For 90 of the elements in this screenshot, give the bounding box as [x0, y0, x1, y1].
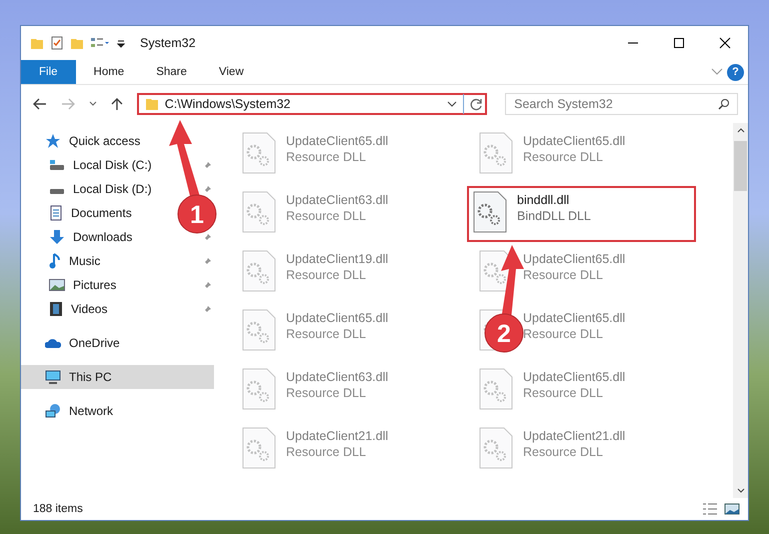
- navigation-label: This PC: [69, 370, 112, 384]
- picture-icon: [49, 279, 65, 291]
- navigation-item[interactable]: Network: [21, 399, 214, 423]
- callout-arrow-overlay: 2: [484, 245, 524, 352]
- refresh-icon[interactable]: [470, 98, 484, 110]
- file-type: Resource DLL: [523, 445, 604, 459]
- computer-icon: [45, 370, 61, 384]
- file-name[interactable]: binddll.dll: [517, 193, 591, 207]
- folder-icon[interactable]: [30, 36, 44, 50]
- search-field[interactable]: Search System32: [505, 93, 738, 115]
- new-folder-icon[interactable]: [70, 36, 84, 50]
- drive-icon: [49, 159, 65, 171]
- scrollbar[interactable]: [733, 123, 748, 498]
- navigation-item[interactable]: This PC: [21, 365, 214, 389]
- navigation-label: Quick access: [69, 134, 140, 148]
- navigation-label: Videos: [71, 302, 108, 316]
- item-count: 188 items: [33, 503, 83, 515]
- file-type: Resource DLL: [286, 150, 367, 164]
- file-type: Resource DLL: [523, 327, 604, 341]
- dll-file-icon[interactable]: [473, 191, 507, 233]
- file-name[interactable]: UpdateClient65.dll: [286, 134, 388, 148]
- file-item[interactable]: binddll.dll BindDLL DLL: [467, 186, 696, 242]
- file-name[interactable]: UpdateClient21.dll: [286, 429, 388, 443]
- music-note-icon: [49, 253, 61, 269]
- properties-icon[interactable]: [50, 36, 64, 50]
- address-bar[interactable]: C:\Windows\System32: [136, 93, 488, 115]
- film-icon: [49, 301, 63, 317]
- file-name[interactable]: UpdateClient65.dll: [286, 311, 388, 325]
- file-name[interactable]: UpdateClient19.dll: [286, 252, 388, 266]
- file-name[interactable]: UpdateClient65.dll: [523, 370, 626, 384]
- scroll-down-icon[interactable]: [736, 488, 744, 494]
- file-type: Resource DLL: [286, 386, 367, 400]
- file-name[interactable]: UpdateClient63.dll: [286, 370, 388, 384]
- callout-arrow-overlay: 1: [169, 120, 216, 234]
- file-name[interactable]: UpdateClient65.dll: [523, 311, 626, 325]
- navigation-item[interactable]: Documents: [49, 201, 132, 225]
- file-name[interactable]: UpdateClient63.dll: [286, 193, 388, 207]
- file-type: BindDLL DLL: [517, 209, 591, 223]
- up-icon[interactable]: [110, 97, 123, 111]
- network-icon: [45, 403, 61, 419]
- file-name[interactable]: UpdateClient21.dll: [523, 429, 626, 443]
- navigation-label: Downloads: [73, 230, 132, 244]
- file-type: Resource DLL: [523, 150, 604, 164]
- scroll-up-icon[interactable]: [736, 127, 744, 133]
- address-path: C:\Windows\System32: [164, 97, 292, 111]
- navigation-label: Documents: [71, 206, 132, 220]
- document-icon: [49, 205, 63, 221]
- download-icon: [49, 229, 65, 245]
- navigation-item[interactable]: Pictures: [49, 273, 116, 297]
- navigation-item[interactable]: OneDrive: [21, 331, 214, 355]
- file-name[interactable]: UpdateClient65.dll: [523, 134, 626, 148]
- expand-ribbon-icon[interactable]: [711, 68, 723, 76]
- file-name[interactable]: UpdateClient65.dll: [523, 252, 626, 266]
- file-type: Resource DLL: [523, 386, 604, 400]
- file-type: Resource DLL: [286, 327, 367, 341]
- recent-locations-icon[interactable]: [88, 101, 97, 107]
- navigation-label: Music: [69, 254, 100, 268]
- navigation-item[interactable]: Music: [49, 249, 100, 273]
- navigation-label: Pictures: [73, 278, 116, 292]
- navigation-label: Network: [69, 404, 114, 418]
- details-view-icon[interactable]: [702, 502, 718, 516]
- navigation-item[interactable]: Local Disk (D:): [49, 177, 152, 201]
- navigation-item[interactable]: Local Disk (C:): [49, 153, 152, 177]
- scrollbar-thumb[interactable]: [734, 141, 747, 191]
- navigation-label: Local Disk (C:): [73, 158, 152, 172]
- file-type: Resource DLL: [286, 445, 367, 459]
- search-icon: [718, 98, 730, 110]
- forward-icon[interactable]: [60, 98, 75, 110]
- file-type: Resource DLL: [286, 209, 367, 223]
- navigation-item[interactable]: Downloads: [49, 225, 132, 249]
- navigation-label: Local Disk (D:): [73, 182, 152, 196]
- back-icon[interactable]: [33, 98, 47, 110]
- maximize-icon: [673, 37, 685, 49]
- ribbon-tab[interactable]: Home: [80, 60, 138, 84]
- file-type: Resource DLL: [286, 268, 367, 282]
- ribbon-tab[interactable]: View: [204, 60, 258, 84]
- view-menu-icon[interactable]: [90, 36, 110, 50]
- dropdown-icon[interactable]: [447, 101, 458, 107]
- folder-icon: [144, 97, 159, 111]
- large-icons-view-icon[interactable]: [724, 502, 740, 516]
- file-type: Resource DLL: [523, 268, 604, 282]
- close-icon: [719, 37, 731, 49]
- navigation-label: OneDrive: [69, 336, 120, 350]
- help-button[interactable]: ?: [727, 64, 744, 80]
- window-title: System32: [140, 36, 196, 50]
- cloud-icon: [45, 337, 61, 349]
- ribbon-tab[interactable]: Share: [142, 60, 201, 84]
- ribbon-tab[interactable]: File: [21, 60, 76, 84]
- navigation-item[interactable]: Videos: [49, 297, 108, 321]
- star-icon: [45, 133, 61, 149]
